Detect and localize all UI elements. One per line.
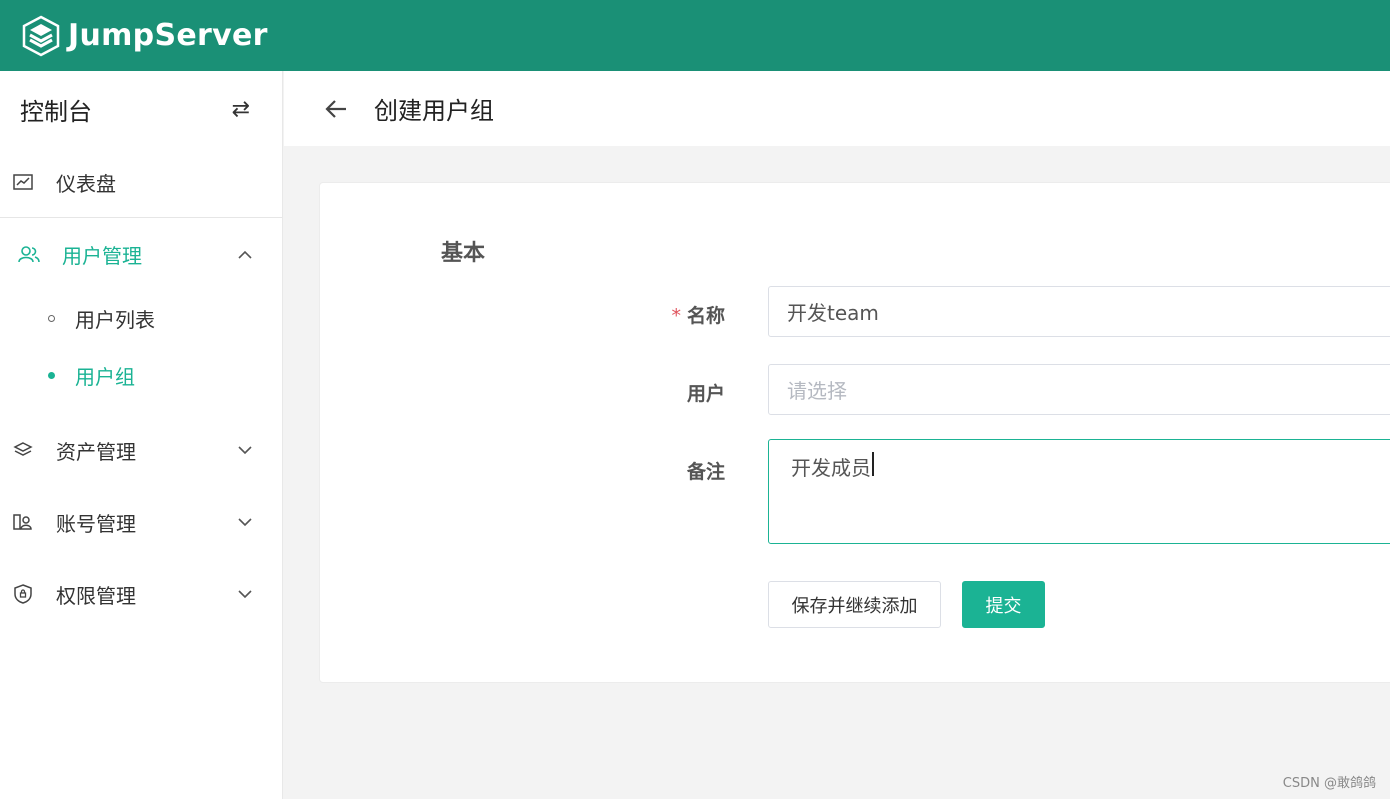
chevron-down-icon (238, 515, 252, 529)
users-select[interactable]: 请选择 (768, 364, 1390, 415)
arrow-left-icon[interactable] (324, 96, 350, 122)
sidebar-item-label: 账号管理 (56, 511, 136, 536)
name-input-value: 开发team (787, 301, 879, 325)
bullet-icon (48, 315, 55, 322)
page-title: 创建用户组 (374, 97, 494, 125)
users-label: 用户 (686, 383, 725, 405)
text-caret (872, 452, 874, 476)
required-mark: * (671, 305, 681, 327)
shield-icon (12, 583, 34, 605)
users-icon (18, 243, 40, 265)
section-title: 基本 (441, 241, 486, 266)
sidebar-item-dashboard[interactable]: 仪表盘 (0, 147, 282, 218)
sidebar: 控制台 ⇄ 仪表盘 用户管理 用户列表 用户组 资产管理 账号管理 权限管理 (0, 71, 283, 799)
name-input[interactable]: 开发team (768, 286, 1390, 337)
watermark: CSDN @敢鸽鸽 (1282, 776, 1376, 791)
submit-button[interactable]: 提交 (962, 581, 1045, 628)
sidebar-item-label: 资产管理 (56, 439, 136, 464)
page-header: 创建用户组 (284, 71, 1390, 146)
comment-textarea[interactable]: 开发成员 (768, 439, 1390, 544)
sidebar-item-label: 用户管理 (62, 243, 142, 268)
chart-icon (12, 171, 34, 193)
name-label: * 名称 (525, 301, 725, 328)
sidebar-header: 控制台 ⇄ (0, 71, 282, 147)
sidebar-item-user-management[interactable]: 用户管理 (0, 218, 282, 290)
sidebar-item-account-management[interactable]: 账号管理 (0, 486, 282, 558)
sidebar-item-asset-management[interactable]: 资产管理 (0, 414, 282, 486)
account-icon (12, 511, 34, 533)
stacked-layers-logo-icon (22, 14, 60, 58)
swap-arrows-icon[interactable]: ⇄ (232, 97, 250, 122)
sidebar-item-label: 仪表盘 (56, 171, 116, 196)
name-label-text: 名称 (686, 305, 725, 327)
brand-name[interactable]: JumpServer (68, 18, 268, 53)
comment-label: 备注 (686, 461, 725, 483)
save-and-continue-button[interactable]: 保存并继续添加 (768, 581, 941, 628)
chevron-up-icon (238, 247, 252, 261)
sidebar-subitem-label: 用户列表 (75, 308, 155, 332)
layers-icon (12, 439, 34, 461)
chevron-down-icon (238, 443, 252, 457)
sidebar-title: 控制台 (20, 97, 92, 126)
bullet-icon (48, 372, 55, 379)
users-select-placeholder: 请选择 (787, 379, 847, 403)
top-bar: JumpServer (0, 0, 1390, 71)
sidebar-subitem-user-group[interactable]: 用户组 (0, 347, 282, 404)
sidebar-item-permission-management[interactable]: 权限管理 (0, 558, 282, 630)
sidebar-subitem-user-list[interactable]: 用户列表 (0, 290, 282, 347)
chevron-down-icon (238, 587, 252, 601)
form-card: 基本 * 名称 开发team 用户 请选择 备注 开发成员 保存并继续添加 提交 (319, 182, 1390, 683)
comment-textarea-value: 开发成员 (791, 456, 871, 480)
sidebar-subitem-label: 用户组 (75, 365, 135, 389)
sidebar-item-label: 权限管理 (56, 583, 136, 608)
